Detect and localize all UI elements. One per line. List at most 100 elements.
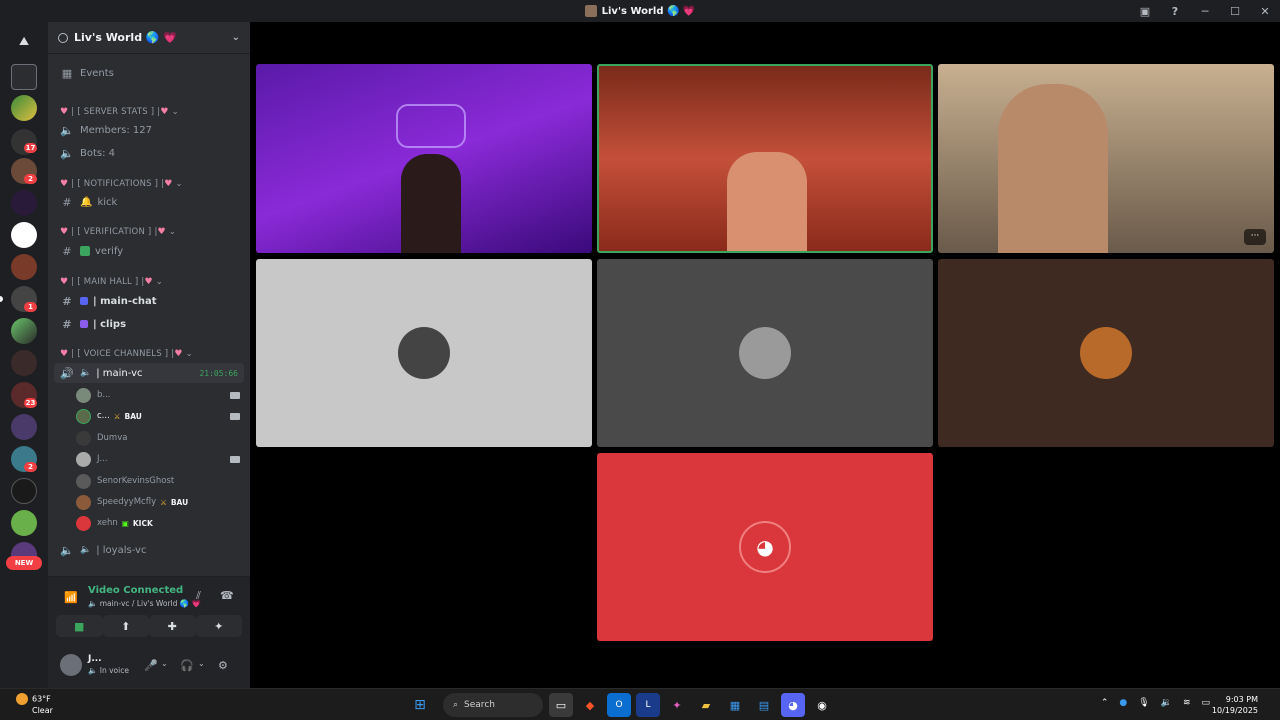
- category-verification[interactable]: ♥ | [ VERIFICATION ] | ♥ ⌄: [54, 222, 244, 242]
- file-explorer-icon[interactable]: ▰: [694, 693, 718, 717]
- voice-status[interactable]: Video Connected: [88, 585, 183, 596]
- vc-timer: 21:05:66: [199, 368, 238, 378]
- search-box[interactable]: ⌕ Search: [443, 693, 543, 717]
- openai-server-icon[interactable]: [11, 222, 37, 248]
- audio-tile[interactable]: [938, 259, 1274, 447]
- chevron-down-icon[interactable]: ⌄: [161, 659, 168, 668]
- close-button[interactable]: ✕: [1250, 0, 1280, 22]
- mute-icon: 🔈: [80, 368, 92, 378]
- app-l-icon[interactable]: L: [636, 693, 660, 717]
- voice-user[interactable]: Dumva: [76, 428, 240, 448]
- signal-icon[interactable]: 📶: [64, 591, 78, 604]
- chevron-up-icon[interactable]: ⌃: [1101, 698, 1109, 708]
- video-tile[interactable]: ···: [938, 64, 1274, 253]
- video-tile[interactable]: [256, 64, 592, 253]
- channel-kick[interactable]: # 🔔 kick: [54, 192, 244, 212]
- voice-user[interactable]: b...: [76, 385, 240, 405]
- video-tile-speaking[interactable]: [597, 64, 933, 253]
- server-header[interactable]: Liv's World 🌎 💗 ⌄: [48, 22, 250, 54]
- server-icon[interactable]: [11, 350, 37, 376]
- channel-bots[interactable]: 🔈 Bots: 4: [54, 143, 244, 163]
- avatar[interactable]: [60, 654, 82, 676]
- microphone-icon[interactable]: 🎙: [1138, 698, 1149, 708]
- camera-button[interactable]: ■: [56, 615, 103, 637]
- app-icon[interactable]: ◉: [810, 693, 834, 717]
- voice-user[interactable]: xehn ▣ KICK: [76, 513, 240, 533]
- disconnect-icon[interactable]: ☎: [220, 589, 234, 602]
- channel-loyals-vc[interactable]: 🔈 🔈 | loyals-vc: [54, 540, 244, 560]
- chevron-down-icon: ⌄: [231, 32, 240, 43]
- weather-widget[interactable]: 63°F Clear: [16, 693, 53, 716]
- channel-verify[interactable]: # verify: [54, 241, 244, 261]
- server-icon[interactable]: [11, 95, 37, 121]
- voice-user-name: J...: [97, 454, 108, 464]
- category-label: [ SERVER STATS ]: [77, 107, 155, 117]
- hash-icon: #: [62, 195, 72, 209]
- mention-badge: 2: [24, 462, 37, 472]
- maximize-button[interactable]: ☐: [1220, 0, 1250, 22]
- channel-members[interactable]: 🔈 Members: 127: [54, 120, 244, 140]
- headphones-icon[interactable]: 🎧: [180, 659, 194, 672]
- discord-home-icon[interactable]: ⛰: [11, 28, 37, 54]
- new-badge[interactable]: NEW: [6, 556, 42, 570]
- battery-icon[interactable]: ▭: [1201, 698, 1210, 708]
- events-item[interactable]: ▦ Events: [54, 63, 244, 83]
- camera-icon: [230, 391, 240, 399]
- clock[interactable]: 9:03 PM 10/19/2025: [1212, 694, 1258, 716]
- microphone-icon[interactable]: 🎤: [144, 659, 158, 672]
- minimize-button[interactable]: ─: [1190, 0, 1220, 22]
- app-icon[interactable]: ▤: [752, 693, 776, 717]
- channel-main-chat[interactable]: # | main-chat: [54, 291, 244, 311]
- category-main-hall[interactable]: ♥ | [ MAIN HALL ] | ♥ ⌄: [54, 272, 244, 292]
- weather-temp: 63°F: [32, 694, 51, 704]
- soundboard-button[interactable]: ✦: [195, 615, 242, 637]
- chevron-down-icon[interactable]: ⌄: [198, 659, 205, 668]
- user-status: 🔈 In voice: [88, 666, 129, 675]
- audio-tile[interactable]: [256, 259, 592, 447]
- server-icon[interactable]: [11, 254, 37, 280]
- category-label: [ NOTIFICATIONS ]: [77, 179, 159, 189]
- inbox-icon[interactable]: ▣: [1130, 0, 1160, 22]
- store-icon[interactable]: ▦: [723, 693, 747, 717]
- gear-icon[interactable]: ⚙: [218, 659, 228, 672]
- task-view-icon[interactable]: ▭: [549, 693, 573, 717]
- channel-sidebar: Liv's World 🌎 💗 ⌄ ▦ Events ♥ | [ SERVER S…: [48, 22, 250, 688]
- category-voice-channels[interactable]: ♥ | [ VOICE CHANNELS ] | ♥ ⌄: [54, 344, 244, 364]
- more-options-button[interactable]: ···: [1244, 229, 1266, 245]
- copilot-icon[interactable]: ✦: [665, 693, 689, 717]
- channel-clips[interactable]: # | clips: [54, 314, 244, 334]
- wifi-icon[interactable]: ≋: [1183, 698, 1191, 708]
- mention-badge: 2: [24, 174, 37, 184]
- voice-location[interactable]: 🔈 main-vc / Liv's World 🌎 💗: [88, 599, 201, 608]
- channel-main-vc[interactable]: 🔊 🔈 | main-vc 21:05:66: [54, 363, 244, 383]
- user-name[interactable]: J...: [88, 654, 102, 664]
- server-icon[interactable]: [11, 190, 37, 216]
- tray-app-icon[interactable]: ●: [1119, 698, 1127, 708]
- noise-suppression-icon[interactable]: ⫽: [196, 589, 201, 603]
- brave-icon[interactable]: ◆: [578, 693, 602, 717]
- voice-user[interactable]: SpeedyyMcfly ⚔ BAU: [76, 492, 240, 512]
- events-label: Events: [80, 67, 114, 79]
- audio-tile[interactable]: [597, 259, 933, 447]
- server-icon[interactable]: [11, 64, 37, 90]
- voice-user[interactable]: SenorKevinsGhost: [76, 471, 240, 491]
- user-status-label: In voice: [99, 666, 129, 675]
- help-icon[interactable]: ?: [1160, 0, 1190, 22]
- screen-share-button[interactable]: ⬆: [102, 615, 149, 637]
- audio-tile[interactable]: ◕: [597, 453, 933, 641]
- category-notifications[interactable]: ♥ | [ NOTIFICATIONS ] | ♥ ⌄: [54, 174, 244, 194]
- avatar: [398, 327, 450, 379]
- server-icon[interactable]: [11, 318, 37, 344]
- windows-start-icon[interactable]: ⊞: [408, 693, 432, 717]
- discord-icon[interactable]: ◕: [781, 693, 805, 717]
- server-icon[interactable]: [11, 414, 37, 440]
- speaker-icon: 🔈: [60, 123, 74, 137]
- server-icon[interactable]: [11, 478, 37, 504]
- voice-user[interactable]: c... ⚔ BAU: [76, 406, 240, 426]
- category-server-stats[interactable]: ♥ | [ SERVER STATS ] | ♥ ⌄: [54, 102, 244, 122]
- volume-icon[interactable]: 🔉: [1161, 698, 1172, 708]
- outlook-icon[interactable]: O: [607, 693, 631, 717]
- activity-button[interactable]: ✚: [149, 615, 196, 637]
- voice-user[interactable]: J...: [76, 449, 240, 469]
- server-icon[interactable]: [11, 510, 37, 536]
